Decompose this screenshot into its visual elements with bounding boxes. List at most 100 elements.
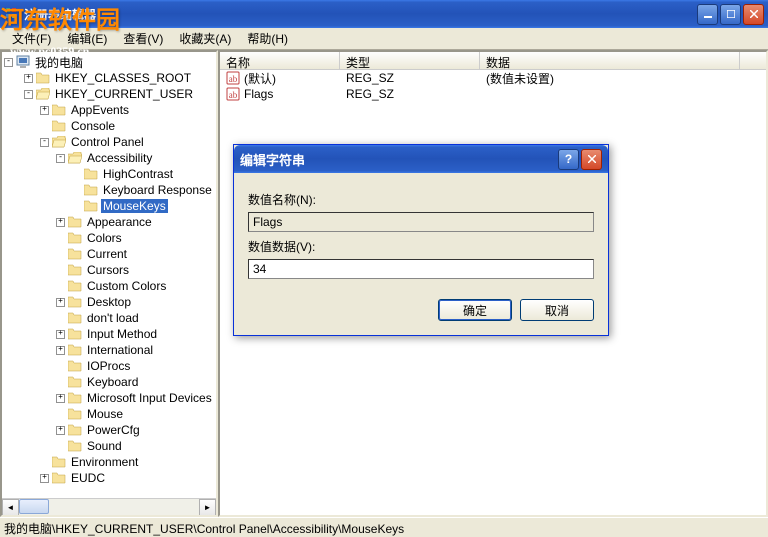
folder-icon [68, 424, 82, 436]
registry-tree[interactable]: -我的电脑+HKEY_CLASSES_ROOT-HKEY_CURRENT_USE… [2, 52, 216, 498]
tree-item[interactable]: +Appearance [4, 214, 214, 230]
scroll-left-button[interactable]: ◄ [2, 499, 19, 516]
menu-favorites[interactable]: 收藏夹(A) [171, 28, 239, 49]
tree-node-label: HKEY_CLASSES_ROOT [53, 71, 193, 85]
tree-item[interactable]: Console [4, 118, 214, 134]
tree-item[interactable]: Cursors [4, 262, 214, 278]
tree-item[interactable]: + Microsoft Input Devices [4, 390, 214, 406]
expander-icon[interactable]: + [56, 426, 65, 435]
tree-node-label: Cursors [85, 263, 131, 277]
tree-item[interactable]: Current [4, 246, 214, 262]
tree-node-label: Microsoft Input Devices [85, 391, 214, 405]
expander-spacer [56, 410, 65, 419]
tree-node-label: Keyboard Response [101, 183, 214, 197]
menu-edit[interactable]: 编辑(E) [59, 28, 115, 49]
tree-item[interactable]: IOProcs [4, 358, 214, 374]
cell-name: abFlags [220, 87, 340, 101]
col-header-name[interactable]: 名称 [220, 52, 340, 69]
tree-item[interactable]: HighContrast [4, 166, 214, 182]
tree-item[interactable]: -Accessibility [4, 150, 214, 166]
list-row[interactable]: ab(默认)REG_SZ(数值未设置) [220, 70, 766, 86]
tree-scrollbar-horizontal[interactable]: ◄ ► [2, 498, 216, 515]
expander-spacer [56, 314, 65, 323]
tree-item[interactable]: Colors [4, 230, 214, 246]
tree-item[interactable]: + Input Method [4, 326, 214, 342]
tree-node-label: don't load [85, 311, 141, 325]
expander-icon[interactable]: + [56, 346, 65, 355]
expander-icon[interactable]: + [56, 394, 65, 403]
computer-icon [16, 55, 30, 69]
expander-spacer [56, 362, 65, 371]
expander-icon[interactable]: - [4, 58, 13, 67]
folder-icon [68, 248, 82, 260]
menu-file[interactable]: 文件(F) [4, 28, 59, 49]
list-body: ab(默认)REG_SZ(数值未设置)abFlagsREG_SZ [220, 70, 766, 102]
tree-item[interactable]: +AppEvents [4, 102, 214, 118]
tree-item[interactable]: +Desktop [4, 294, 214, 310]
name-input [248, 212, 594, 232]
tree-node-label: PowerCfg [85, 423, 142, 437]
folder-icon [68, 360, 82, 372]
expander-icon[interactable]: + [56, 218, 65, 227]
scroll-track[interactable] [19, 499, 199, 515]
tree-node-label: HighContrast [101, 167, 175, 181]
menu-help[interactable]: 帮助(H) [239, 28, 296, 49]
tree-item[interactable]: +International [4, 342, 214, 358]
list-row[interactable]: abFlagsREG_SZ [220, 86, 766, 102]
menu-view[interactable]: 查看(V) [115, 28, 171, 49]
expander-icon[interactable]: - [40, 138, 49, 147]
svg-text:ab: ab [229, 90, 238, 100]
folder-icon [36, 72, 50, 84]
data-input[interactable] [248, 259, 594, 279]
folder-icon [68, 408, 82, 420]
tree-item[interactable]: Sound [4, 438, 214, 454]
tree-item[interactable]: + HKEY_CLASSES_ROOT [4, 70, 214, 86]
folder-icon [52, 136, 66, 148]
tree-node-label: Input Method [85, 327, 159, 341]
close-button[interactable] [743, 4, 764, 25]
tree-node-label: 我的电脑 [33, 54, 85, 71]
scroll-right-button[interactable]: ► [199, 499, 216, 516]
expander-icon[interactable]: + [56, 298, 65, 307]
tree-item[interactable]: don't load [4, 310, 214, 326]
tree-item[interactable]: + PowerCfg [4, 422, 214, 438]
cancel-button[interactable]: 取消 [520, 299, 594, 321]
dialog-help-button[interactable]: ? [558, 149, 579, 170]
tree-node-label: Colors [85, 231, 124, 245]
dialog-close-button[interactable] [581, 149, 602, 170]
folder-icon [68, 152, 82, 164]
tree-item[interactable]: +EUDC [4, 470, 214, 486]
tree-item[interactable]: -HKEY_CURRENT_USER [4, 86, 214, 102]
tree-item[interactable]: -Control Panel [4, 134, 214, 150]
ok-button[interactable]: 确定 [438, 299, 512, 321]
tree-item[interactable]: MouseKeys [4, 198, 214, 214]
folder-icon [36, 88, 50, 100]
expander-spacer [56, 442, 65, 451]
tree-item[interactable]: Keyboard [4, 374, 214, 390]
expander-spacer [56, 234, 65, 243]
expander-icon[interactable]: + [56, 330, 65, 339]
expander-spacer [56, 378, 65, 387]
col-header-type[interactable]: 类型 [340, 52, 480, 69]
value-name: (默认) [244, 70, 276, 87]
window-title: 注册表编辑器 [24, 6, 697, 23]
tree-root[interactable]: - 我的电脑 [4, 54, 214, 70]
expander-icon[interactable]: - [24, 90, 33, 99]
folder-icon [68, 440, 82, 452]
tree-node-label: Environment [69, 455, 140, 469]
expander-spacer [72, 170, 81, 179]
expander-icon[interactable]: + [24, 74, 33, 83]
tree-item[interactable]: Keyboard Response [4, 182, 214, 198]
tree-item[interactable]: Mouse [4, 406, 214, 422]
tree-item[interactable]: Custom Colors [4, 278, 214, 294]
folder-icon [84, 184, 98, 196]
tree-item[interactable]: Environment [4, 454, 214, 470]
expander-icon[interactable]: + [40, 474, 49, 483]
minimize-button[interactable] [697, 4, 718, 25]
expander-icon[interactable]: - [56, 154, 65, 163]
maximize-button[interactable] [720, 4, 741, 25]
expander-icon[interactable]: + [40, 106, 49, 115]
dialog-titlebar[interactable]: 编辑字符串 ? [234, 145, 608, 173]
scroll-thumb[interactable] [19, 499, 49, 514]
col-header-data[interactable]: 数据 [480, 52, 740, 69]
